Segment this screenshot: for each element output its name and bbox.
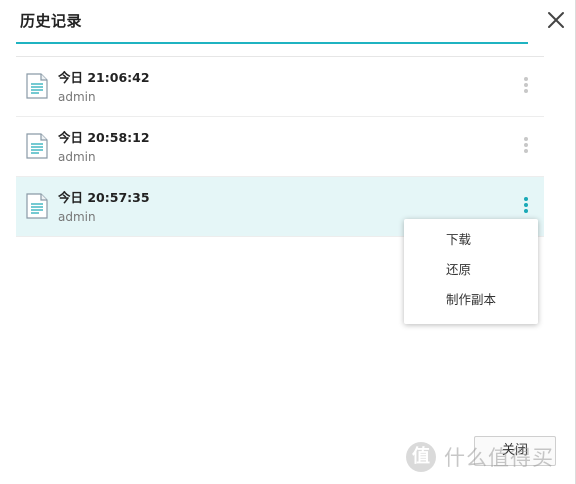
history-row[interactable]: 今日 20:58:12 admin	[16, 117, 544, 177]
record-user: admin	[58, 90, 96, 104]
menu-item-make-copy[interactable]: 制作副本	[404, 285, 538, 315]
more-options-icon[interactable]	[516, 195, 536, 219]
record-time: 今日 20:58:12	[58, 130, 150, 145]
history-row[interactable]: 今日 21:06:42 admin	[16, 57, 544, 117]
record-user: admin	[58, 210, 96, 224]
watermark-logo: 值	[406, 442, 436, 472]
dialog-header: 历史记录	[16, 0, 564, 44]
context-menu: 下载 还原 制作副本	[404, 219, 538, 324]
history-list: 今日 21:06:42 admin 今日 20:58:12 admin 今日 2…	[16, 56, 544, 237]
record-time: 今日 21:06:42	[58, 70, 150, 85]
close-icon[interactable]	[546, 10, 566, 30]
watermark-text: 什么值得买	[444, 446, 554, 470]
dialog-title: 历史记录	[20, 12, 83, 30]
document-icon	[26, 193, 48, 219]
menu-item-restore[interactable]: 还原	[404, 255, 538, 285]
more-options-icon[interactable]	[516, 135, 536, 159]
record-time: 今日 20:57:35	[58, 190, 150, 205]
record-user: admin	[58, 150, 96, 164]
watermark: 值 什么值得买	[406, 440, 554, 474]
document-icon	[26, 73, 48, 99]
more-options-icon[interactable]	[516, 75, 536, 99]
menu-item-download[interactable]: 下载	[404, 225, 538, 255]
document-icon	[26, 133, 48, 159]
history-dialog: 历史记录 今日 21:06:42 admin 今日 20:58:12 admin	[0, 0, 576, 484]
